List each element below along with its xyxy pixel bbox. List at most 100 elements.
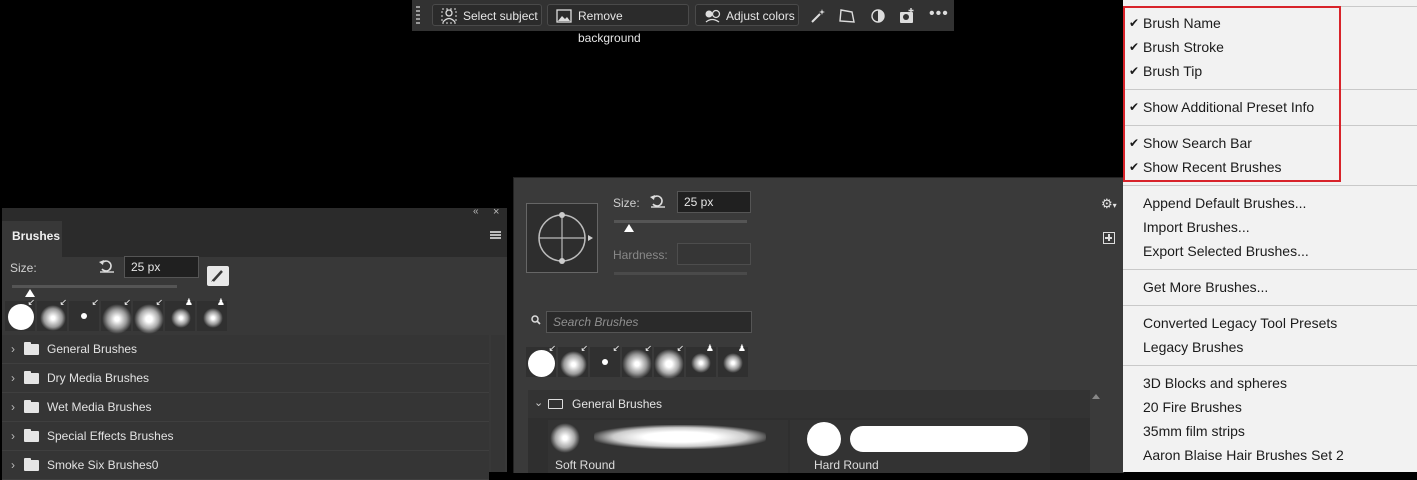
select-subject-button[interactable]: Select subject bbox=[432, 4, 542, 26]
mask-icon[interactable] bbox=[898, 7, 916, 25]
size-slider-thumb[interactable] bbox=[25, 289, 35, 297]
menu-item-get-more-brushes[interactable]: Get More Brushes... bbox=[1143, 275, 1268, 299]
menu-separator bbox=[1123, 269, 1417, 270]
brushes-panel: « × Brushes Size: 25 px ↙ ↙ ↙ ↙ ↙ ♟ ♟ › G… bbox=[2, 206, 507, 480]
contrast-icon[interactable] bbox=[869, 7, 887, 25]
picker-size-slider-track[interactable] bbox=[614, 220, 747, 223]
collapse-icon[interactable]: « bbox=[473, 206, 479, 217]
size-slider-track[interactable] bbox=[12, 285, 177, 288]
folder-special-effects-brushes[interactable]: › Special Effects Brushes bbox=[2, 422, 489, 451]
brush-angle-preview[interactable] bbox=[526, 203, 598, 273]
person-select-icon bbox=[441, 8, 457, 24]
picker-size-slider-thumb[interactable] bbox=[624, 224, 634, 232]
tab-brushes[interactable]: Brushes bbox=[2, 221, 62, 258]
remove-background-label: Remove background bbox=[578, 9, 641, 45]
brush-preset-picker: Size: 25 px Hardness: Search Brushes ↙ ↙… bbox=[513, 177, 1124, 473]
size-label: Size: bbox=[10, 261, 37, 275]
menu-item-aaron-blaise-hair-brushes[interactable]: Aaron Blaise Hair Brushes Set 2 bbox=[1143, 443, 1344, 467]
recent-brush-4[interactable]: ↙ bbox=[622, 343, 652, 379]
folder-label: Special Effects Brushes bbox=[47, 429, 174, 443]
recent-brush-1[interactable]: ↙ bbox=[526, 343, 556, 377]
menu-item-legacy-brushes[interactable]: Legacy Brushes bbox=[1143, 335, 1243, 359]
folder-icon bbox=[24, 400, 39, 413]
menu-separator bbox=[1123, 305, 1417, 306]
search-icon bbox=[531, 315, 541, 325]
reset-icon[interactable] bbox=[649, 193, 667, 209]
chevron-right-icon: › bbox=[11, 371, 15, 385]
hardness-label: Hardness: bbox=[613, 248, 668, 262]
panel-menu-icon[interactable] bbox=[490, 231, 501, 239]
transform-icon[interactable] bbox=[838, 7, 856, 25]
brush-stroke-preview bbox=[850, 426, 1028, 452]
size-input[interactable]: 25 px bbox=[124, 256, 199, 278]
chevron-right-icon: › bbox=[11, 429, 15, 443]
adjust-colors-button[interactable]: Adjust colors bbox=[695, 4, 799, 26]
image-icon bbox=[556, 9, 572, 23]
scrollbar[interactable] bbox=[1090, 390, 1102, 473]
search-brushes-input[interactable]: Search Brushes bbox=[546, 311, 752, 333]
menu-item-export-selected-brushes[interactable]: Export Selected Brushes... bbox=[1143, 239, 1309, 263]
brush-settings-icon[interactable] bbox=[207, 266, 229, 286]
chevron-down-icon: ⌄ bbox=[534, 397, 544, 409]
folder-label: General Brushes bbox=[47, 342, 138, 356]
brush-list: ⌄ General Brushes Soft Round Hard Round bbox=[528, 390, 1102, 473]
menu-item-3d-blocks-and-spheres[interactable]: 3D Blocks and spheres bbox=[1143, 371, 1287, 395]
folder-icon bbox=[24, 371, 39, 384]
gear-icon[interactable]: ⚙▾ bbox=[1101, 196, 1121, 212]
more-icon[interactable]: ••• bbox=[929, 6, 949, 25]
folder-label: Smoke Six Brushes0 bbox=[47, 458, 159, 472]
recent-brush-6[interactable]: ♟ bbox=[686, 343, 716, 377]
group-label: General Brushes bbox=[572, 397, 663, 411]
scrollbar[interactable] bbox=[491, 335, 505, 472]
panel-tab-row bbox=[2, 221, 507, 257]
adjust-colors-icon bbox=[705, 9, 721, 23]
drag-grip-icon[interactable] bbox=[416, 6, 420, 26]
folder-smoke-six-brushes[interactable]: › Smoke Six Brushes0 bbox=[2, 451, 489, 480]
group-general-brushes[interactable]: ⌄ General Brushes bbox=[528, 390, 1090, 418]
recent-brush-5[interactable]: ↙ bbox=[133, 297, 164, 334]
brush-name: Hard Round bbox=[814, 458, 879, 472]
recent-brush-5[interactable]: ↙ bbox=[654, 343, 684, 379]
remove-background-button[interactable]: Remove background bbox=[547, 4, 689, 45]
menu-item-converted-legacy-tool-presets[interactable]: Converted Legacy Tool Presets bbox=[1143, 311, 1337, 335]
brush-hard-round[interactable]: Hard Round bbox=[790, 420, 1050, 473]
recent-brush-7[interactable]: ♟ bbox=[197, 297, 227, 331]
folder-icon bbox=[24, 458, 39, 471]
new-preset-icon[interactable] bbox=[1103, 232, 1115, 244]
folder-icon bbox=[548, 399, 563, 409]
menu-item-20-fire-brushes[interactable]: 20 Fire Brushes bbox=[1143, 395, 1242, 419]
menu-item-35mm-film-strips[interactable]: 35mm film strips bbox=[1143, 419, 1245, 443]
picker-size-label: Size: bbox=[613, 196, 640, 210]
hardness-slider-track[interactable] bbox=[614, 272, 747, 275]
folder-label: Dry Media Brushes bbox=[47, 371, 150, 385]
folder-general-brushes[interactable]: › General Brushes bbox=[2, 335, 489, 364]
hardness-input[interactable] bbox=[677, 243, 751, 265]
contextual-task-bar: Select subject Remove background Adjust … bbox=[412, 0, 954, 45]
recent-brush-7[interactable]: ♟ bbox=[718, 343, 748, 377]
recent-brush-2[interactable]: ↙ bbox=[37, 297, 67, 331]
picker-size-input[interactable]: 25 px bbox=[677, 191, 751, 213]
menu-separator bbox=[1123, 185, 1417, 186]
highlight-box bbox=[1123, 6, 1341, 182]
folder-icon bbox=[24, 429, 39, 442]
recent-brush-3[interactable]: ↙ bbox=[590, 343, 620, 377]
select-subject-label: Select subject bbox=[463, 9, 538, 23]
menu-item-append-default-brushes[interactable]: Append Default Brushes... bbox=[1143, 191, 1306, 215]
close-icon[interactable]: × bbox=[493, 206, 499, 218]
panel-top-strip: « × bbox=[2, 206, 507, 221]
recent-brush-2[interactable]: ↙ bbox=[558, 343, 588, 378]
menu-item-import-brushes[interactable]: Import Brushes... bbox=[1143, 215, 1250, 239]
reset-icon[interactable] bbox=[98, 258, 116, 274]
recent-brush-3[interactable]: ↙ bbox=[69, 297, 99, 331]
brush-name: Soft Round bbox=[555, 458, 616, 472]
recent-brushes-strip: ↙ ↙ ↙ ↙ ↙ ♟ ♟ bbox=[5, 297, 229, 334]
magic-wand-icon[interactable] bbox=[809, 7, 827, 25]
brush-soft-round[interactable]: Soft Round bbox=[548, 420, 788, 473]
folder-dry-media-brushes[interactable]: › Dry Media Brushes bbox=[2, 364, 489, 393]
recent-brush-6[interactable]: ♟ bbox=[165, 297, 195, 331]
chevron-right-icon: › bbox=[11, 342, 15, 356]
recent-brush-1[interactable]: ↙ bbox=[5, 297, 35, 331]
folder-wet-media-brushes[interactable]: › Wet Media Brushes bbox=[2, 393, 489, 422]
chevron-right-icon: › bbox=[11, 400, 15, 414]
recent-brush-4[interactable]: ↙ bbox=[101, 297, 132, 334]
